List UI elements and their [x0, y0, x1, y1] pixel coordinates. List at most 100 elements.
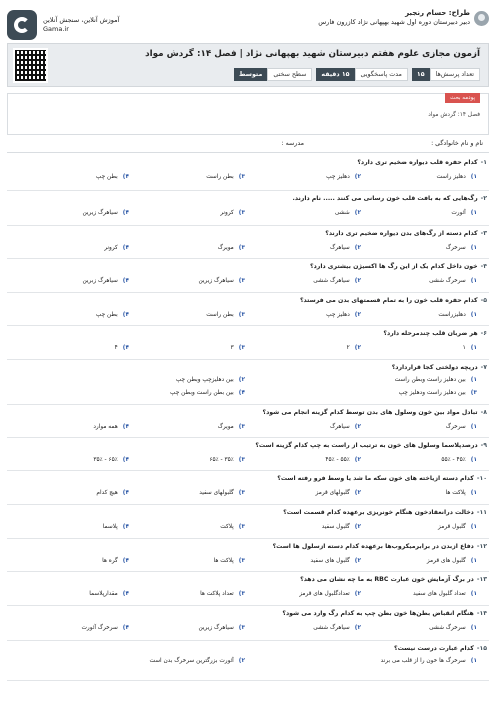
option-3[interactable]: ۳) سیاهرگ زیرین [199, 278, 246, 284]
option-number: ۲) [238, 377, 245, 383]
option-text: مقدارپلاسما [89, 591, 118, 597]
option-number: ۴) [122, 174, 129, 180]
option-2[interactable]: ۲) دهلیز چپ [326, 312, 361, 318]
option-text: پلاکت ها [213, 558, 234, 564]
option-3[interactable]: ۳) پلاکت ها [214, 558, 245, 564]
question-number: ۵- [480, 297, 487, 304]
option-number: ۳) [238, 345, 245, 351]
option-1[interactable]: ۱) آئورت [451, 210, 477, 216]
option-2[interactable]: ۲) گلبول های سفید [311, 558, 361, 564]
name-field-label: نام و نام خانوادگی : [431, 140, 483, 147]
question-number: ۱۰- [476, 475, 487, 482]
option-text: مویرگ [217, 245, 234, 251]
option-number: ۳) [238, 591, 245, 597]
option-1[interactable]: ۱) سرخرگ ها خون را از قلب می برند [381, 658, 477, 664]
duration-label: مدت پاسخگویی [354, 68, 408, 81]
option-2[interactable]: ۲) ۵۵٪ - ۴۵٪ [325, 457, 361, 463]
option-3[interactable]: ۳) گلبولهای سفید [199, 490, 245, 496]
option-text: سیاهرگ زیرین [198, 625, 234, 631]
option-number: ۲) [354, 210, 361, 216]
option-2[interactable]: ۲) سیاهرگ ششی [313, 625, 361, 631]
question-stem: رگ‌هایی که به بافت قلب خون رسانی می کنند… [292, 195, 478, 202]
qr-code-icon[interactable] [13, 48, 48, 83]
question-text: ۵-کدام حفره قلب خون را به تمام قسمتهای ب… [300, 297, 487, 304]
option-3[interactable]: ۳) مویرگ [218, 245, 245, 251]
question-text: ۱۴-هنگام انقباض بطن‌ها خون بطن چپ به کدا… [282, 610, 487, 617]
option-text: ۴۵٪ - ۵۵٪ [441, 457, 466, 463]
option-number: ۲) [354, 558, 361, 564]
option-text: ۶۵٪ - ۳۵٪ [93, 457, 118, 463]
option-text: بین دهلیز راست وبطن راست [394, 377, 466, 383]
option-3[interactable]: ۳) بطن راست [206, 312, 245, 318]
option-1[interactable]: ۱) پلاکت ها [446, 490, 477, 496]
option-number: ۳) [238, 424, 245, 430]
question-text: ۱۰-کدام دسته ازیاخته های خون سکه ما شد ی… [277, 475, 487, 482]
question-number: ۹- [480, 442, 487, 449]
brand[interactable]: آموزش آنلاین، سنجش آنلاین Gama.ir [7, 10, 119, 40]
option-number: ۲) [354, 278, 361, 284]
question-item: ۸-تبادل مواد بین خون وسلول های بدن توسط … [7, 405, 489, 438]
option-3[interactable]: ۳) ۳۵٪ - ۶۵٪ [209, 457, 245, 463]
option-1[interactable]: ۱) سرخرگ ششی [429, 278, 477, 284]
option-text: آئورت بزرگترین سرخرگ بدن است [149, 658, 234, 664]
option-4[interactable]: ۴) کرونر [104, 245, 129, 251]
option-2[interactable]: ۲) گلبولهای قرمز [316, 490, 361, 496]
option-1[interactable]: ۱) ۴۵٪ - ۵۵٪ [441, 457, 477, 463]
option-2[interactable]: ۲) ۲ [347, 345, 361, 351]
option-2[interactable]: ۲) سیاهرگ ششی [313, 278, 361, 284]
option-number: ۴) [122, 490, 129, 496]
exam-page: آموزش آنلاین، سنجش آنلاین Gama.ir طراح: … [7, 7, 489, 702]
option-2[interactable]: ۲) گلبول سفید [322, 524, 361, 530]
option-number: ۱) [470, 210, 477, 216]
option-1[interactable]: ۱) گلبول های قرمز [427, 558, 477, 564]
option-1[interactable]: ۱) گلبول قرمز [438, 524, 477, 530]
option-text: سرخرگ [445, 424, 466, 430]
option-2[interactable]: ۲) دهلیز چپ [326, 174, 361, 180]
option-1[interactable]: ۱) دهلیزراست [438, 312, 477, 318]
option-1[interactable]: ۱) سرخرگ [446, 424, 477, 430]
question-number: ۱۵- [476, 645, 487, 652]
option-2[interactable]: ۲) سیاهرگ [330, 245, 361, 251]
option-3[interactable]: ۳) بطن راست [206, 174, 245, 180]
option-number: ۱) [470, 424, 477, 430]
option-3[interactable]: ۳) مویرگ [218, 424, 245, 430]
option-1[interactable]: ۱) تعداد گلبول های سفید [413, 591, 477, 597]
option-4[interactable]: ۴) گره ها [102, 558, 129, 564]
option-4[interactable]: ۴) پلاسما [103, 524, 129, 530]
question-count-value: ۱۵ [411, 68, 430, 81]
option-4[interactable]: ۴) سرخرگ آئورت [81, 625, 129, 631]
option-3[interactable]: ۳) ۳ [231, 345, 245, 351]
option-1[interactable]: ۱) دهلیز راست [436, 174, 477, 180]
duration-value: ۱۵ دقیقه [316, 68, 355, 81]
option-4[interactable]: ۴) همه موارد [93, 424, 129, 430]
option-1[interactable]: ۱) ۱ [463, 345, 477, 351]
title-box: آزمون مجازی علوم هفتم دبیرستان شهید بهپه… [7, 43, 489, 87]
notice-box: پودمه بحث فصل ۱۴: گردش مواد [7, 93, 489, 135]
question-item: ۶-هر ضربان قلب چندمرحله دارد؟ ۱) ۱ ۲) ۲ ۳) ۳ ۴)… [7, 326, 489, 360]
option-4[interactable]: ۴) سیاهرگ زیرین [83, 210, 130, 216]
option-4[interactable]: ۴) ۶۵٪ - ۳۵٪ [93, 457, 129, 463]
option-4[interactable]: ۴) مقدارپلاسما [89, 591, 129, 597]
option-3[interactable]: ۳) بین دهلیز راست ودهلیز چپ [399, 390, 477, 396]
option-4[interactable]: ۴) ۴ [115, 345, 129, 351]
option-4[interactable]: ۴) هیچ کدام [96, 490, 129, 496]
option-text: سیاهرگ زبرین [82, 278, 118, 284]
option-text: بطن راست [206, 174, 234, 180]
option-3[interactable]: ۳) پلاکت [220, 524, 245, 530]
option-2[interactable]: ۲) آئورت بزرگترین سرخرگ بدن است [150, 658, 246, 664]
option-1[interactable]: ۱) سرخرگ [446, 245, 477, 251]
option-2[interactable]: ۲) تعدادگلبول های قرمز [299, 591, 361, 597]
option-2[interactable]: ۲) سیاهرگ [330, 424, 361, 430]
option-1[interactable]: ۱) بین دهلیز راست وبطن راست [395, 377, 477, 383]
option-4[interactable]: ۴) بطن چپ [96, 174, 129, 180]
option-3[interactable]: ۳) تعداد پلاکت ها [200, 591, 245, 597]
option-4[interactable]: ۴) بطن چپ [96, 312, 129, 318]
option-4[interactable]: ۴) بین بطن راست وبطن چپ [170, 390, 245, 396]
option-4[interactable]: ۴) سیاهرگ زبرین [83, 278, 130, 284]
option-text: سیاهرگ زیرین [82, 210, 118, 216]
option-3[interactable]: ۳) سیاهرگ زیرین [199, 625, 246, 631]
option-1[interactable]: ۱) سرخرگ ششی [429, 625, 477, 631]
option-3[interactable]: ۳) کرونر [220, 210, 245, 216]
option-2[interactable]: ۲) بین دهلیزچپ وبطن چپ [176, 377, 245, 383]
option-2[interactable]: ۲) ششی [335, 210, 361, 216]
